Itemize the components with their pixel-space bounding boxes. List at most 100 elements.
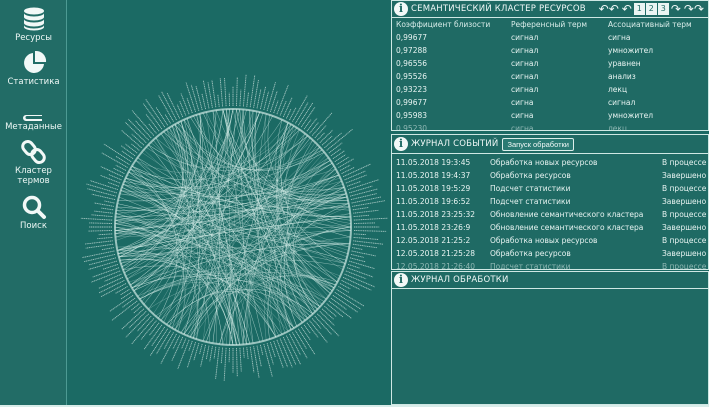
graph-node-label xyxy=(353,233,366,236)
graph-node-label xyxy=(121,308,145,330)
graph-node-label xyxy=(309,121,320,134)
page-button-3[interactable]: 3 xyxy=(657,3,669,15)
graph-node-label xyxy=(352,243,377,249)
graph-node-label xyxy=(246,92,249,107)
graph-node-label xyxy=(242,74,247,107)
graph-node-label xyxy=(266,342,274,365)
graph-node-label xyxy=(344,170,366,181)
graph-node-label xyxy=(207,82,213,108)
graph-node-label xyxy=(104,200,115,204)
table-row[interactable]: 0,95230 сигна лекц xyxy=(392,122,708,130)
graph-node-label xyxy=(121,150,134,160)
semantic-cluster-panel: i СЕМАНТИЧЕСКИЙ КЛАСТЕР РЕСУРСОВ ↶↶ ↶ 1 … xyxy=(391,0,709,131)
event-time: 11.05.2018 23:26:9 xyxy=(396,223,471,232)
table-row[interactable]: 11.05.2018 19:5:29 Подсчет статистики В пр… xyxy=(392,182,708,195)
column-header[interactable]: Коэффициент близости xyxy=(392,18,507,31)
graph-node-label xyxy=(213,346,217,359)
info-icon[interactable]: i xyxy=(394,137,408,151)
graph-node-label xyxy=(353,222,376,224)
table-cell: 0,99677 xyxy=(396,98,428,107)
table-row[interactable]: 0,97288 сигнал умножител xyxy=(392,44,708,57)
graph-node-label xyxy=(100,174,121,184)
graph-node-label xyxy=(97,236,113,240)
graph-node-label xyxy=(328,300,352,319)
graph-node-label xyxy=(88,260,118,270)
graph-node-label xyxy=(351,196,381,204)
graph-node-label xyxy=(306,322,319,338)
column-header[interactable]: Референсный терм xyxy=(507,18,604,31)
event-status: Завершено xyxy=(662,249,707,258)
graph-node-label xyxy=(89,180,119,191)
info-icon[interactable]: i xyxy=(394,2,408,16)
panel-title: ЖУРНАЛ ОБРАБОТКИ xyxy=(411,275,509,285)
graph-node-label xyxy=(101,152,128,168)
graph-node-label xyxy=(338,158,354,168)
table-row[interactable]: 12.05.2018 21:25:2 Обработка новых ресурс… xyxy=(392,234,708,247)
table-cell: сигна xyxy=(511,98,534,107)
graph-node-label xyxy=(181,338,187,349)
term-cluster-graph[interactable] xyxy=(68,0,390,407)
graph-node-label xyxy=(121,130,142,149)
table-row[interactable]: 12.05.2018 21:25:28 Обработка ресурсов Зав… xyxy=(392,247,708,260)
graph-node-label xyxy=(145,99,166,128)
table-row[interactable]: 11.05.2018 19:4:37 Обработка ресурсов Заве… xyxy=(392,169,708,182)
table-row[interactable]: 11.05.2018 23:26:9 Обновление семантическ… xyxy=(392,221,708,234)
table-cell: анализ xyxy=(608,72,636,81)
first-page-icon[interactable]: ↶↶ xyxy=(598,2,620,16)
event-status: В процессе xyxy=(662,184,707,193)
page-button-1[interactable]: 1 xyxy=(633,3,645,15)
graph-node-label xyxy=(108,174,122,181)
info-icon[interactable]: i xyxy=(394,273,408,287)
graph-node-label xyxy=(140,320,157,340)
event-name: Обработка новых ресурсов xyxy=(490,158,598,167)
table-row[interactable]: 0,99677 сигна сигнал xyxy=(392,96,708,109)
page-button-2[interactable]: 2 xyxy=(645,3,657,15)
graph-node-label xyxy=(348,185,373,194)
table-row[interactable]: 12.05.2018 21:26:40 Подсчет статистики В п… xyxy=(392,260,708,269)
table-row[interactable]: 0,95983 сигна умножител xyxy=(392,109,708,122)
event-time: 11.05.2018 23:25:32 xyxy=(396,210,476,219)
graph-node-label xyxy=(321,135,333,146)
column-header[interactable]: Ассоциативный терм xyxy=(604,18,708,31)
graph-node-label xyxy=(102,263,119,270)
table-row[interactable]: 11.05.2018 19:6:52 Подсчет статистики Заве… xyxy=(392,195,708,208)
event-time: 11.05.2018 19:5:29 xyxy=(396,184,471,193)
graph-node-label xyxy=(215,347,220,379)
prev-page-icon[interactable]: ↶ xyxy=(621,2,633,16)
start-processing-button[interactable]: Запуск обработки xyxy=(502,137,574,151)
graph-node-label xyxy=(143,324,163,350)
graph-node-label xyxy=(256,89,262,109)
sidebar-item-search[interactable]: Поиск xyxy=(0,194,67,231)
event-log-table: 11.05.2018 19:3:45 Обработка новых ресурс… xyxy=(392,156,708,269)
graph-node-label xyxy=(334,292,362,310)
sidebar-item-metadata[interactable]: Метаданные xyxy=(0,95,67,132)
graph-node-label xyxy=(353,236,379,240)
pie-chart-icon xyxy=(23,50,46,73)
graph-node-label xyxy=(163,332,174,349)
table-cell: 0,95983 xyxy=(396,111,428,120)
sidebar-item-label: Ресурсы xyxy=(15,33,52,43)
table-row[interactable]: 0,93223 сигнал лекц xyxy=(392,83,708,96)
graph-node-label xyxy=(352,247,363,250)
table-row[interactable]: 0,99677 сигнал сигна xyxy=(392,31,708,44)
table-row[interactable]: 11.05.2018 19:3:45 Обработка новых ресурс… xyxy=(392,156,708,169)
graph-node-label xyxy=(309,320,328,343)
table-row[interactable]: 11.05.2018 23:25:32 Обновление семантичес… xyxy=(392,208,708,221)
graph-node-label xyxy=(205,345,210,360)
graph-node-label xyxy=(223,347,227,381)
graph-node-label xyxy=(349,188,378,197)
last-page-icon[interactable]: ↷↷ xyxy=(683,2,705,16)
table-row[interactable]: 0,95526 сигнал анализ xyxy=(392,70,708,83)
table-cell: 0,93223 xyxy=(396,85,428,94)
sidebar-item-statistics[interactable]: Статистика xyxy=(0,50,67,87)
graph-node-label xyxy=(242,347,245,358)
table-row[interactable]: 0,96556 сигнал уравнен xyxy=(392,57,708,70)
graph-node-label xyxy=(121,297,136,308)
graph-node-label xyxy=(131,133,145,146)
next-page-icon[interactable]: ↷ xyxy=(670,2,682,16)
graph-node-label xyxy=(346,180,362,187)
graph-node-label xyxy=(172,335,181,350)
sidebar-item-resources[interactable]: Ресурсы xyxy=(0,6,67,43)
graph-node-label xyxy=(121,145,136,157)
sidebar-item-term-cluster[interactable]: Кластер термов xyxy=(0,139,67,186)
